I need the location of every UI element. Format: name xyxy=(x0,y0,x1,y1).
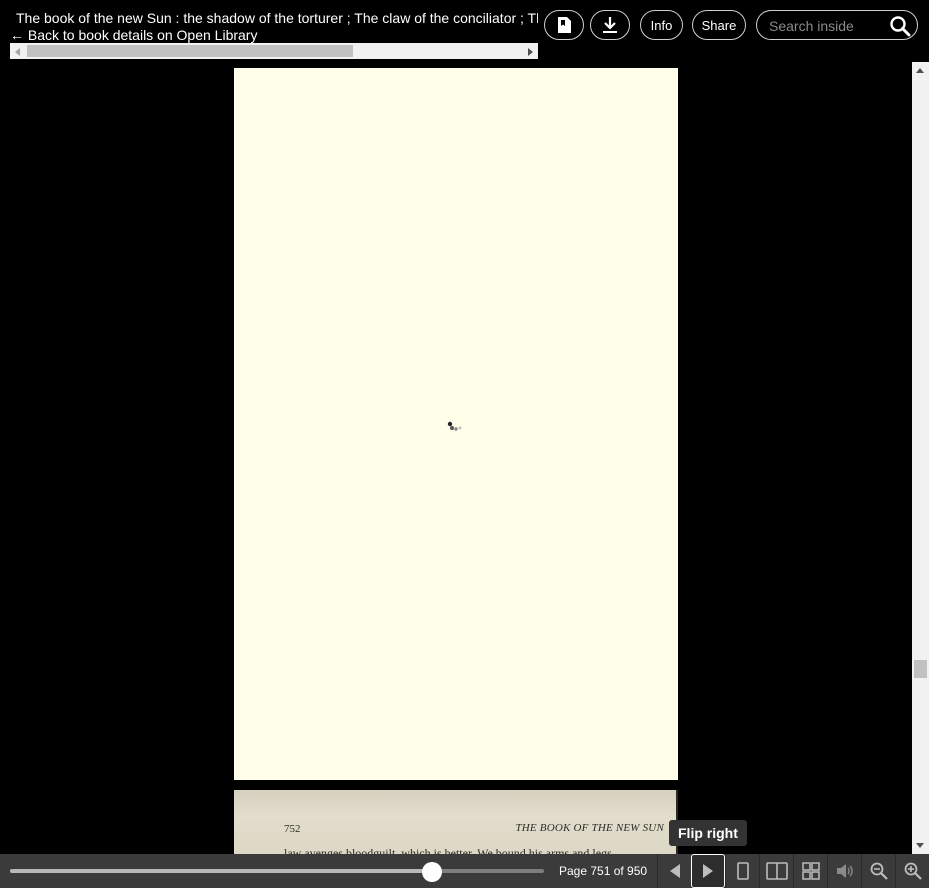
two-page-view-icon xyxy=(765,862,788,880)
scroll-right-arrow-icon[interactable] xyxy=(528,48,533,56)
book-title: The book of the new Sun : the shadow of … xyxy=(16,10,538,28)
zoom-in-icon xyxy=(904,862,922,880)
zoom-out-icon xyxy=(870,862,888,880)
zoom-out-button[interactable] xyxy=(861,854,895,888)
search-inside-input[interactable] xyxy=(767,16,889,36)
read-aloud-button[interactable] xyxy=(827,854,861,888)
download-button[interactable] xyxy=(590,10,630,40)
flip-left-button[interactable] xyxy=(657,854,691,888)
search-icon[interactable] xyxy=(889,15,911,37)
bookmark-button[interactable] xyxy=(544,10,584,40)
thumbnail-view-icon xyxy=(801,862,820,880)
page-slider-fill xyxy=(10,869,432,873)
info-button[interactable]: Info xyxy=(640,10,683,40)
flip-left-icon xyxy=(669,864,680,878)
page-number-label: Page 751 of 950 xyxy=(559,864,648,878)
two-page-view-button[interactable] xyxy=(759,854,793,888)
vertical-scroll-thumb[interactable] xyxy=(914,660,927,678)
book-title-text: The book of the new Sun : the shadow of … xyxy=(16,10,538,26)
horizontal-scrollbar[interactable] xyxy=(10,43,538,59)
book-nav-footer: Page 751 of 950 xyxy=(0,854,929,888)
page-text-line: law avenges bloodguilt, which is better.… xyxy=(284,846,612,854)
download-icon xyxy=(603,17,617,33)
scroll-left-arrow-icon[interactable] xyxy=(15,48,20,56)
page-number: 752 xyxy=(284,823,301,835)
flip-right-tooltip: Flip right xyxy=(669,820,747,846)
one-page-view-button[interactable] xyxy=(725,854,759,888)
read-aloud-icon xyxy=(836,864,853,878)
thumbnail-view-button[interactable] xyxy=(793,854,827,888)
back-to-book-details-link[interactable]: ← Back to book details on Open Library xyxy=(10,27,257,44)
flip-right-icon xyxy=(703,864,713,878)
share-button[interactable]: Share xyxy=(692,10,746,40)
bookmark-page-icon xyxy=(558,17,571,33)
horizontal-scroll-thumb[interactable] xyxy=(27,45,353,57)
page-slider-handle[interactable] xyxy=(421,862,442,882)
loading-spinner-icon xyxy=(447,421,462,431)
vertical-scrollbar[interactable] xyxy=(912,62,929,854)
next-page-preview: 752 THE BOOK OF THE NEW SUN law avenges … xyxy=(234,790,678,854)
page-slider[interactable] xyxy=(10,869,544,873)
scroll-up-arrow-icon[interactable] xyxy=(916,68,924,73)
search-inside-box[interactable] xyxy=(756,10,918,40)
running-head: THE BOOK OF THE NEW SUN xyxy=(515,822,664,834)
zoom-in-button[interactable] xyxy=(895,854,929,888)
flip-right-button[interactable] xyxy=(691,854,725,888)
scroll-down-arrow-icon[interactable] xyxy=(916,843,924,848)
one-page-view-icon xyxy=(736,862,749,880)
